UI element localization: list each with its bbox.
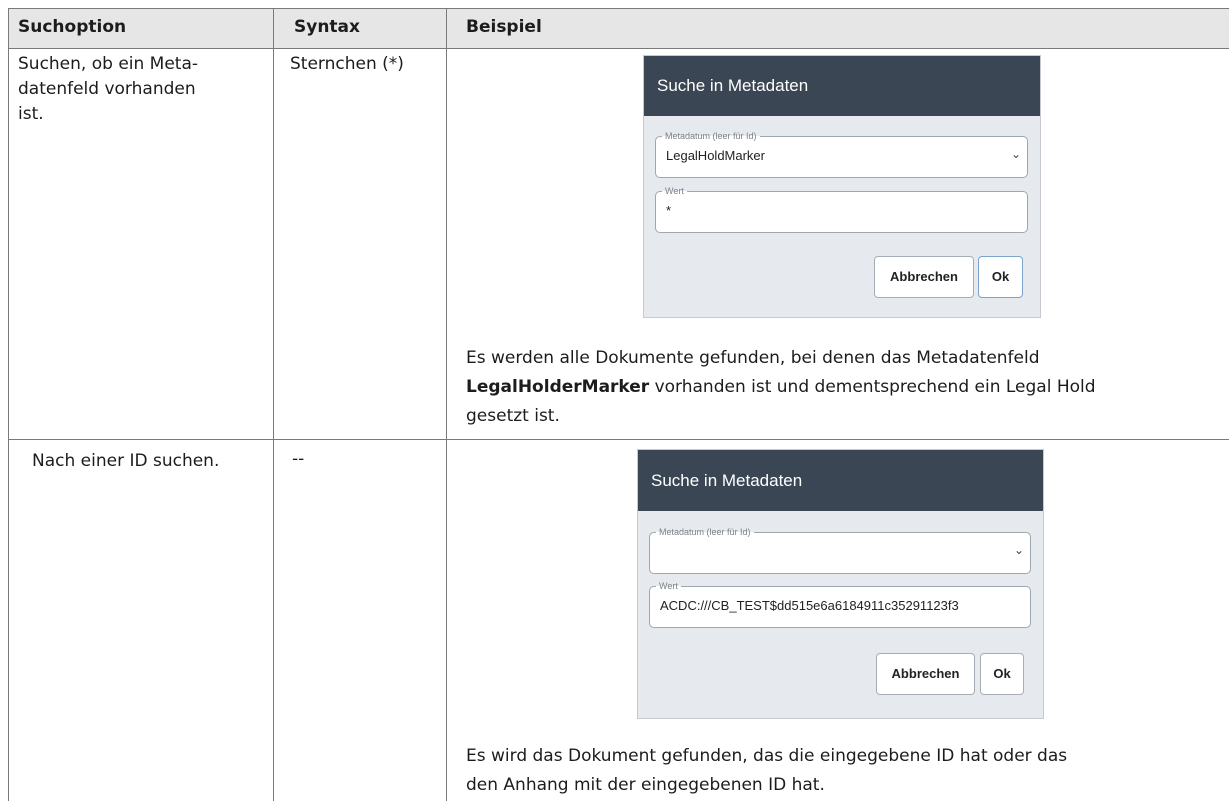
row2-option: Nach einer ID suchen.	[32, 451, 220, 471]
table-border-left	[8, 8, 9, 801]
row1-dialog: Suche in Metadaten Metadatum (leer für I…	[643, 55, 1041, 318]
row1-syntax: Sternchen (*)	[290, 54, 404, 74]
row1-desc-line: gesetzt ist.	[466, 406, 560, 426]
row1-option: Suchen, ob ein Meta- datenfeld vorhanden…	[18, 52, 198, 127]
ok-button[interactable]: Ok	[978, 256, 1023, 298]
row1-desc-line: Es werden alle Dokumente gefunden, bei d…	[466, 348, 1040, 368]
row1-option-line: ist.	[18, 104, 44, 124]
table-border-top	[8, 8, 1229, 9]
row2-desc-line: den Anhang mit der eingegebenen ID hat.	[466, 775, 825, 795]
metadatum-label: Metadatum (leer für Id)	[656, 526, 754, 538]
metadatum-value: LegalHoldMarker	[666, 148, 765, 163]
table-border-col2	[446, 8, 447, 801]
table-border-row	[8, 439, 1229, 440]
header-syntax: Syntax	[294, 17, 360, 37]
metadatum-select[interactable]: Metadatum (leer für Id) LegalHoldMarker …	[655, 130, 1028, 178]
table-border-header	[8, 48, 1229, 49]
legal-holder-marker-term: LegalHolderMarker	[466, 377, 650, 397]
row2-dialog: Suche in Metadaten Metadatum (leer für I…	[637, 449, 1044, 719]
wert-label: Wert	[662, 185, 687, 197]
metadatum-select[interactable]: Metadatum (leer für Id) ⌄	[649, 526, 1031, 574]
wert-value: *	[666, 203, 672, 218]
row1-description: Es werden alle Dokumente gefunden, bei d…	[466, 344, 1226, 431]
search-options-table: Suchoption Syntax Beispiel Suchen, ob ei…	[0, 0, 1229, 801]
row1-desc-rest: vorhanden ist und dementsprechend ein Le…	[649, 377, 1096, 397]
wert-input[interactable]: Wert ACDC:///CB_TEST$dd515e6a6184911c352…	[649, 580, 1031, 628]
table-header-row	[9, 9, 1229, 48]
row2-desc-line: Es wird das Dokument gefunden, das die e…	[466, 746, 1068, 766]
ok-button[interactable]: Ok	[980, 653, 1024, 695]
dialog-title: Suche in Metadaten	[644, 56, 1040, 116]
header-beispiel: Beispiel	[466, 17, 542, 37]
row1-option-line: datenfeld vorhanden	[18, 79, 196, 99]
chevron-down-icon: ⌄	[1013, 543, 1024, 557]
dialog-title: Suche in Metadaten	[638, 450, 1043, 511]
cancel-button[interactable]: Abbrechen	[874, 256, 974, 298]
metadatum-label: Metadatum (leer für Id)	[662, 130, 760, 142]
table-border-col1	[273, 8, 274, 801]
wert-value: ACDC:///CB_TEST$dd515e6a6184911c35291123…	[660, 598, 959, 613]
chevron-down-icon: ⌄	[1010, 147, 1021, 161]
wert-input[interactable]: Wert *	[655, 185, 1028, 233]
row2-syntax: --	[292, 449, 305, 469]
cancel-button[interactable]: Abbrechen	[876, 653, 975, 695]
header-suchoption: Suchoption	[18, 17, 127, 37]
row1-desc-line: LegalHolderMarker vorhanden ist und deme…	[466, 373, 1226, 402]
wert-label: Wert	[656, 580, 681, 592]
row2-description: Es wird das Dokument gefunden, das die e…	[466, 742, 1226, 800]
row1-option-line: Suchen, ob ein Meta-	[18, 54, 199, 74]
